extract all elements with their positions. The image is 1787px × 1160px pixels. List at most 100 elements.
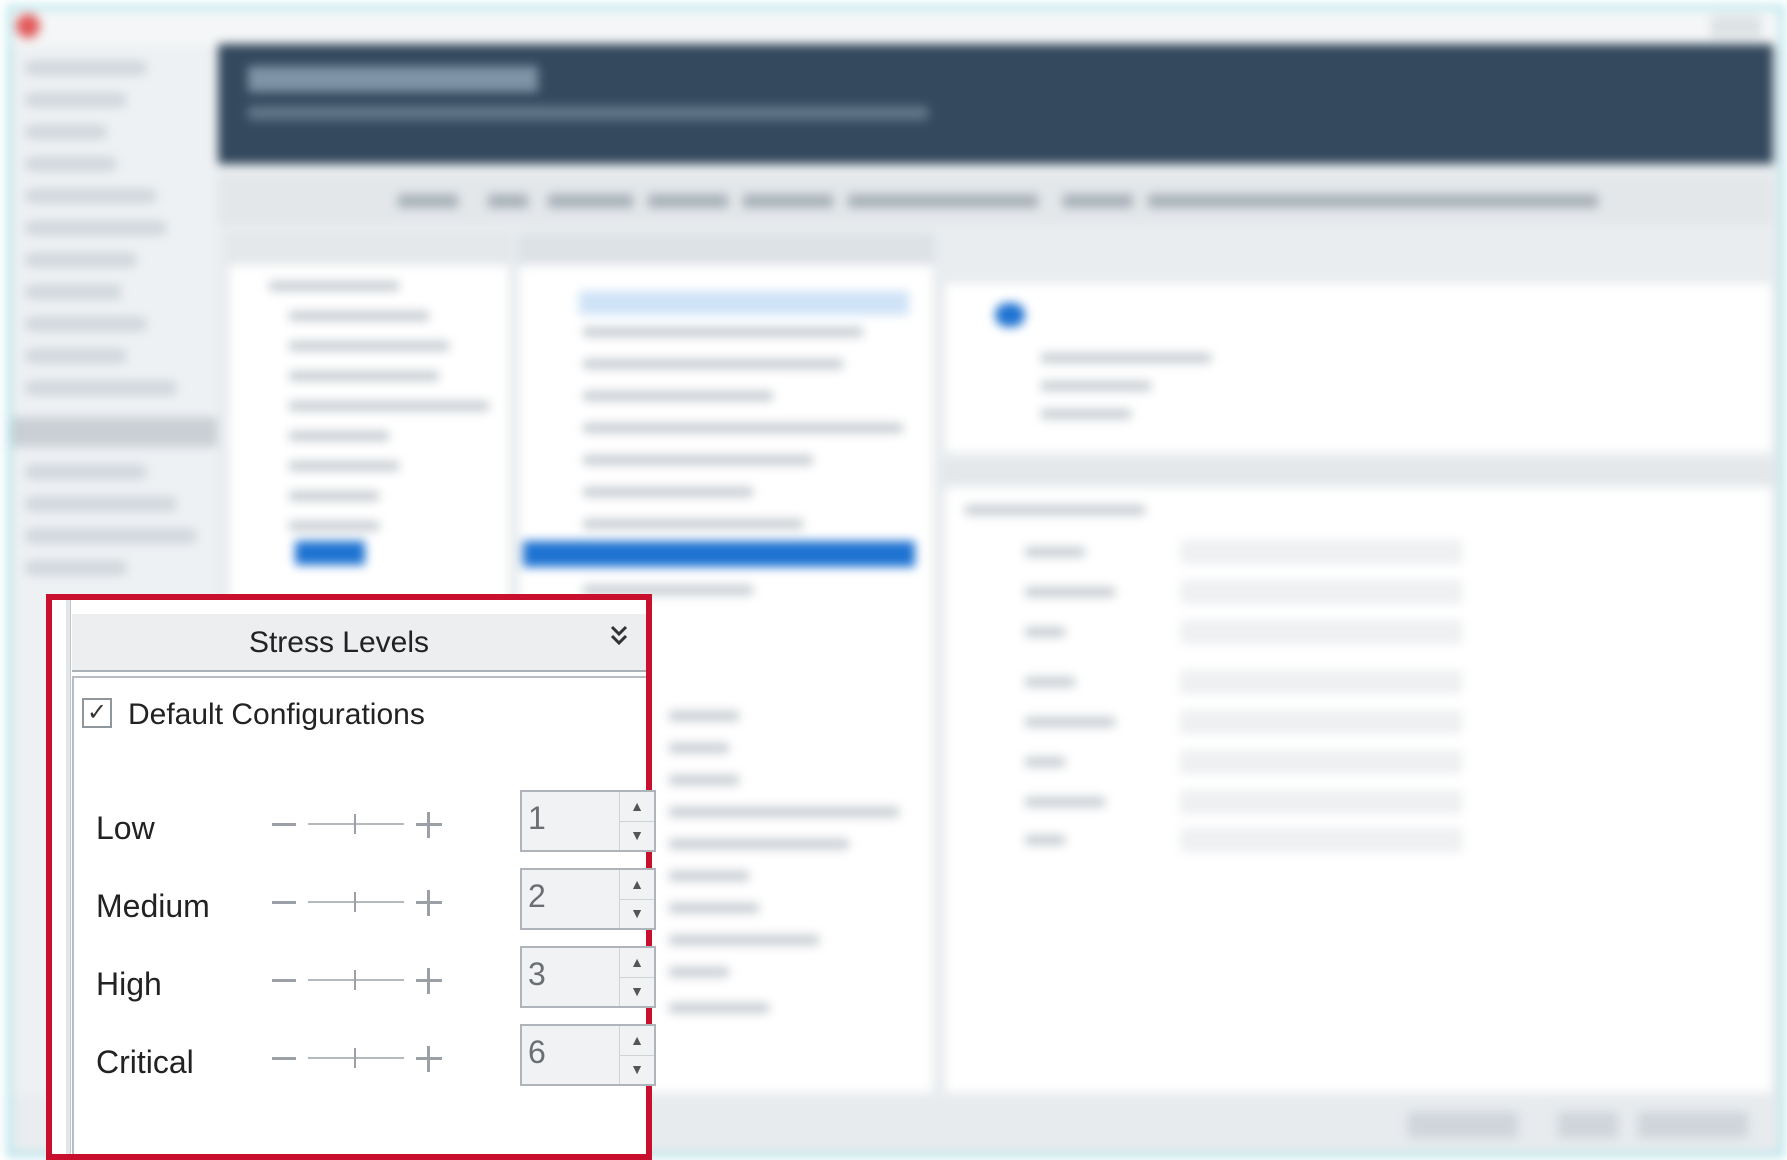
increase-icon[interactable]	[416, 1046, 442, 1072]
settings-field[interactable]	[1181, 581, 1461, 603]
decrease-icon[interactable]	[272, 979, 296, 982]
nav-item[interactable]	[26, 497, 176, 511]
spin-up-icon[interactable]: ▲	[620, 870, 654, 900]
spin-up-icon[interactable]: ▲	[620, 948, 654, 978]
spin-up-icon[interactable]: ▲	[620, 1026, 654, 1056]
slider-track[interactable]	[308, 1057, 404, 1059]
nav-item[interactable]	[26, 285, 121, 299]
list-item[interactable]	[583, 455, 813, 465]
tree-item[interactable]	[289, 461, 399, 471]
tree-item[interactable]	[289, 491, 379, 501]
tree-item[interactable]	[289, 431, 389, 441]
tab[interactable]	[848, 194, 1038, 208]
list-item[interactable]	[583, 327, 863, 337]
level-spinbox-critical[interactable]: ▲ ▼	[520, 1024, 656, 1086]
settings-field[interactable]	[1181, 791, 1461, 813]
action-item[interactable]	[1041, 353, 1211, 363]
level-input-medium[interactable]	[528, 876, 628, 916]
settings-field[interactable]	[1181, 711, 1461, 733]
nav-item[interactable]	[26, 253, 136, 267]
list-item[interactable]	[583, 391, 773, 401]
nav-item[interactable]	[26, 221, 166, 235]
nav-item-selected[interactable]	[12, 417, 217, 447]
slider-track[interactable]	[308, 823, 404, 825]
increase-icon[interactable]	[416, 890, 442, 916]
tree-item[interactable]	[289, 311, 429, 321]
nav-item[interactable]	[26, 157, 116, 171]
nav-item[interactable]	[26, 529, 196, 543]
increase-icon[interactable]	[416, 812, 442, 838]
footer-button[interactable]	[1558, 1112, 1618, 1138]
decrease-icon[interactable]	[272, 1057, 296, 1060]
action-item[interactable]	[1041, 381, 1151, 391]
settings-field[interactable]	[1181, 671, 1461, 693]
tree-item[interactable]	[289, 371, 439, 381]
action-item[interactable]	[1041, 409, 1131, 419]
list-item[interactable]	[669, 935, 819, 945]
list-item[interactable]	[669, 903, 759, 913]
level-input-low[interactable]	[528, 798, 628, 838]
settings-field[interactable]	[1181, 541, 1461, 563]
tab[interactable]	[743, 194, 833, 208]
tree-item-selected[interactable]	[295, 541, 365, 565]
spin-down-icon[interactable]: ▼	[620, 821, 654, 850]
tree-item[interactable]	[269, 281, 399, 291]
slider-track[interactable]	[308, 979, 404, 981]
nav-item[interactable]	[26, 189, 156, 203]
window-buttons[interactable]	[1711, 16, 1761, 38]
level-input-high[interactable]	[528, 954, 628, 994]
slider-thumb[interactable]	[354, 1048, 356, 1068]
list-item[interactable]	[669, 743, 729, 753]
nav-item[interactable]	[26, 125, 106, 139]
spin-down-icon[interactable]: ▼	[620, 899, 654, 928]
list-item[interactable]	[583, 359, 843, 369]
settings-field[interactable]	[1181, 829, 1461, 851]
close-icon[interactable]	[16, 14, 40, 38]
tab[interactable]	[1063, 194, 1133, 208]
nav-item[interactable]	[26, 561, 126, 575]
list-item[interactable]	[669, 839, 849, 849]
list-item-selected[interactable]	[523, 541, 915, 567]
settings-option[interactable]	[965, 505, 1145, 515]
slider-track[interactable]	[308, 901, 404, 903]
list-item[interactable]	[669, 775, 739, 785]
level-spinbox-low[interactable]: ▲ ▼	[520, 790, 656, 852]
increase-icon[interactable]	[416, 968, 442, 994]
list-item[interactable]	[583, 519, 803, 529]
list-item[interactable]	[669, 807, 899, 817]
footer-button[interactable]	[1638, 1112, 1748, 1138]
list-item[interactable]	[583, 487, 753, 497]
list-item-highlight[interactable]	[579, 291, 909, 315]
nav-item[interactable]	[26, 93, 126, 107]
nav-item[interactable]	[26, 317, 146, 331]
default-configurations-checkbox[interactable]: ✓	[82, 698, 112, 728]
settings-field[interactable]	[1181, 751, 1461, 773]
nav-item[interactable]	[26, 61, 146, 75]
tree-item[interactable]	[289, 341, 449, 351]
nav-item[interactable]	[26, 349, 126, 363]
decrease-icon[interactable]	[272, 901, 296, 904]
stress-levels-header[interactable]: Stress Levels	[72, 614, 646, 672]
footer-button[interactable]	[1408, 1112, 1518, 1138]
spin-down-icon[interactable]: ▼	[620, 977, 654, 1006]
tab[interactable]	[398, 194, 458, 208]
nav-item[interactable]	[26, 381, 176, 395]
list-item[interactable]	[669, 967, 729, 977]
tab[interactable]	[1148, 194, 1598, 208]
tree-item[interactable]	[289, 401, 489, 411]
list-item[interactable]	[669, 1003, 769, 1013]
level-spinbox-medium[interactable]: ▲ ▼	[520, 868, 656, 930]
settings-field[interactable]	[1181, 621, 1461, 643]
slider-thumb[interactable]	[354, 970, 356, 990]
slider-thumb[interactable]	[354, 892, 356, 912]
tree-item[interactable]	[289, 521, 379, 531]
tab[interactable]	[548, 194, 633, 208]
list-item[interactable]	[669, 871, 749, 881]
double-chevron-down-icon[interactable]	[604, 622, 634, 652]
level-spinbox-high[interactable]: ▲ ▼	[520, 946, 656, 1008]
nav-item[interactable]	[26, 465, 146, 479]
tab[interactable]	[648, 194, 728, 208]
spin-down-icon[interactable]: ▼	[620, 1055, 654, 1084]
decrease-icon[interactable]	[272, 823, 296, 826]
list-item[interactable]	[669, 711, 739, 721]
